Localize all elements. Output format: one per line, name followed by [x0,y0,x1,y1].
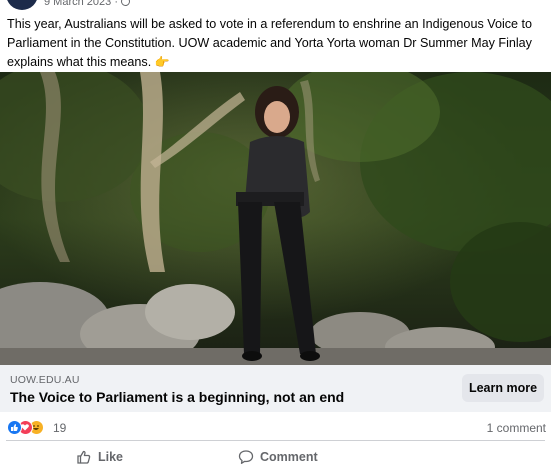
like-icon [7,420,22,435]
bush-portrait-image [0,72,551,365]
link-domain: UOW.EDU.AU [10,374,80,386]
post-date-text[interactable]: 9 March 2023 · [44,0,118,8]
post-timestamp[interactable]: 9 March 2023 · [44,0,130,8]
post-header: 9 March 2023 · [0,0,551,10]
like-label: Like [98,450,124,464]
comment-button[interactable]: Comment [238,445,318,469]
link-title[interactable]: The Voice to Parliament is a beginning, … [10,389,344,405]
divider [6,440,545,441]
post-body: This year, Australians will be asked to … [7,15,547,72]
post-image[interactable] [0,72,551,365]
speech-bubble-icon [238,450,254,464]
comment-label: Comment [260,450,318,464]
comment-count[interactable]: 1 comment [487,421,546,435]
post-actions: Like Comment [0,442,551,469]
post-text: This year, Australians will be asked to … [7,17,533,69]
link-preview-card[interactable]: UOW.EDU.AU The Voice to Parliament is a … [0,365,551,412]
page-avatar[interactable] [6,0,38,10]
globe-icon [120,0,130,6]
thumbs-up-icon [77,450,91,464]
reactions-bar: 19 1 comment [0,414,551,440]
learn-more-button[interactable]: Learn more [462,374,544,402]
like-button[interactable]: Like [76,445,123,469]
reaction-count[interactable]: 19 [53,421,66,435]
pointing-hand-emoji: 👉 [154,55,170,69]
